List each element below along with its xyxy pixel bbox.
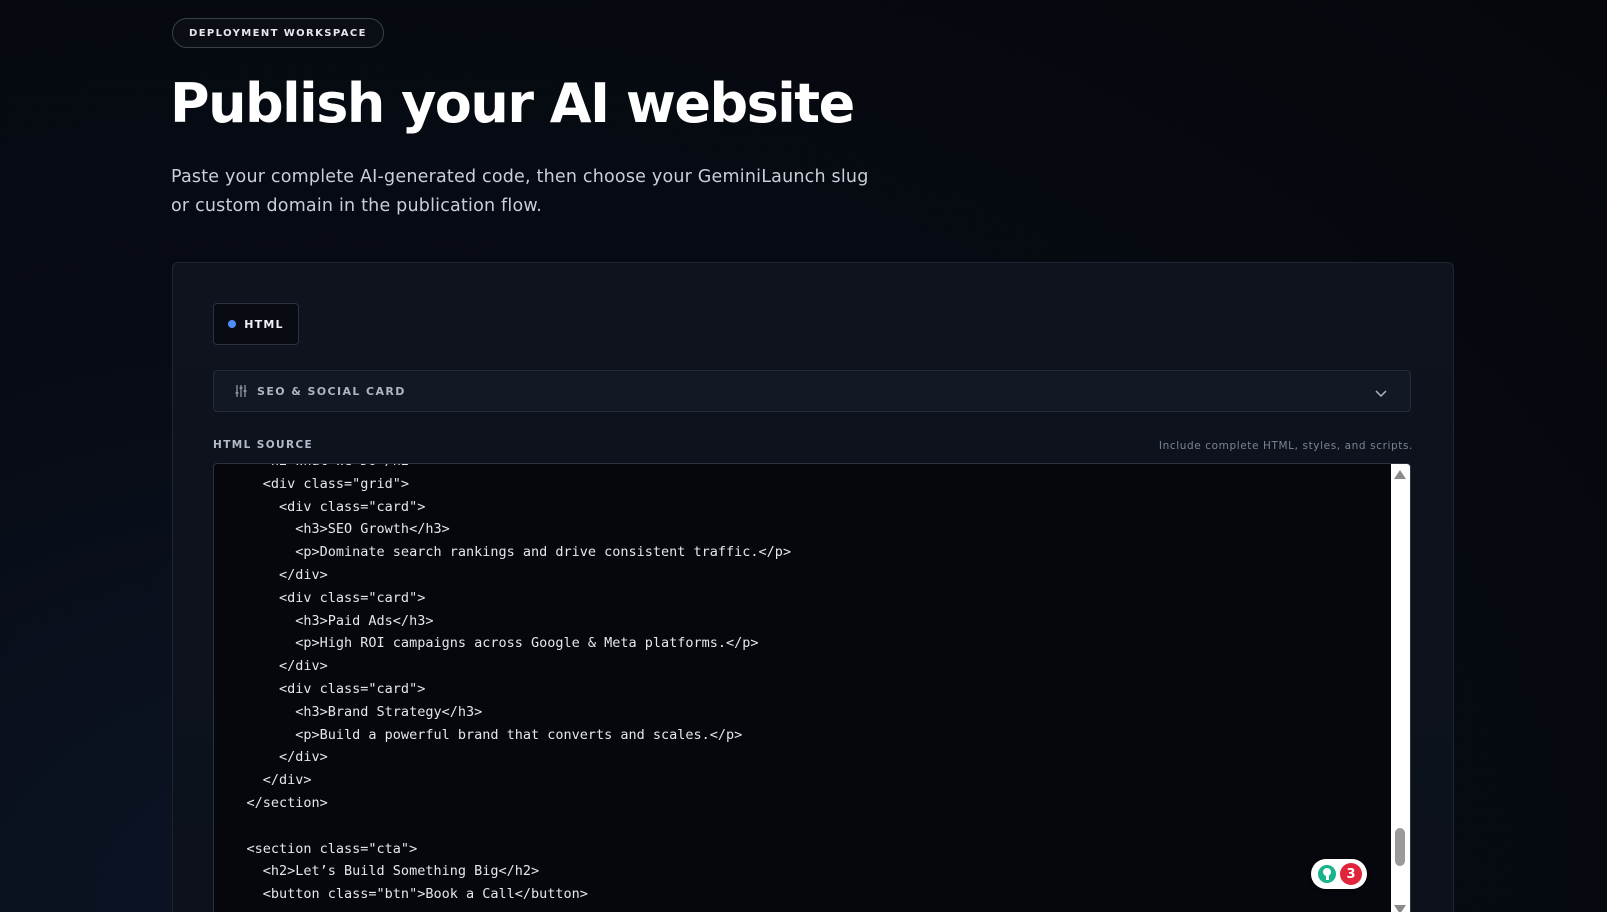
html-source-label: HTML SOURCE — [213, 439, 314, 451]
active-dot-icon — [228, 320, 237, 328]
scroll-thumb[interactable] — [1395, 828, 1405, 866]
seo-social-card-label: SEO & SOCIAL CARD — [257, 384, 406, 398]
page-title: Publish your AI website — [170, 72, 855, 135]
seo-social-card-toggle[interactable]: SEO & SOCIAL CARD — [213, 370, 1411, 412]
lightbulb-icon — [1318, 865, 1336, 883]
code-line: </section> — [214, 794, 328, 811]
page-subtitle: Paste your complete AI-generated code, t… — [171, 167, 869, 216]
editor-panel: HTML SEO & SOCIAL CARD HTML SOURCE Inclu… — [172, 262, 1454, 912]
code-line: <p>High ROI campaigns across Google & Me… — [214, 635, 759, 652]
sliders-icon — [234, 384, 248, 398]
code-line: <div class="grid"> — [214, 475, 410, 492]
html-source-editor[interactable]: <h2>What We Do</h2> <div class="grid"> <… — [213, 463, 1411, 912]
code-line: </div> — [214, 772, 312, 789]
tab-html-label: HTML — [244, 317, 284, 331]
code-line: <div class="card"> — [214, 589, 426, 606]
code-line: <section class="cta"> — [214, 840, 418, 857]
code-line: <h3>SEO Growth</h3> — [214, 521, 450, 538]
workspace-badge: DEPLOYMENT WORKSPACE — [172, 18, 384, 48]
tab-html[interactable]: HTML — [213, 303, 299, 345]
editor-scrollbar[interactable] — [1391, 464, 1410, 912]
code-content[interactable]: <h2>What We Do</h2> <div class="grid"> <… — [214, 464, 1390, 906]
scroll-up-arrow-icon[interactable] — [1394, 470, 1406, 479]
scroll-down-arrow-icon[interactable] — [1394, 905, 1406, 912]
code-line: <div class="card"> — [214, 498, 426, 515]
extension-count-badge: 3 — [1340, 863, 1362, 885]
code-line: <div class="card"> — [214, 680, 426, 697]
code-line: <h2>What We Do</h2> — [214, 464, 1390, 473]
code-line: </div> — [214, 749, 328, 766]
code-line: <button class="btn">Book a Call</button> — [214, 886, 588, 903]
code-line: <p>Build a powerful brand that converts … — [214, 726, 743, 743]
code-line: </div> — [214, 658, 328, 675]
code-line: <p>Dominate search rankings and drive co… — [214, 544, 792, 561]
code-line: <h2>Let’s Build Something Big</h2> — [214, 863, 540, 880]
code-line: <h3>Brand Strategy</h3> — [214, 703, 483, 720]
chevron-down-icon — [1374, 385, 1388, 399]
code-line: <h3>Paid Ads</h3> — [214, 612, 434, 629]
code-line: </div> — [214, 566, 328, 583]
extension-widget[interactable]: 3 — [1311, 859, 1367, 889]
html-source-hint: Include complete HTML, styles, and scrip… — [1158, 440, 1413, 452]
